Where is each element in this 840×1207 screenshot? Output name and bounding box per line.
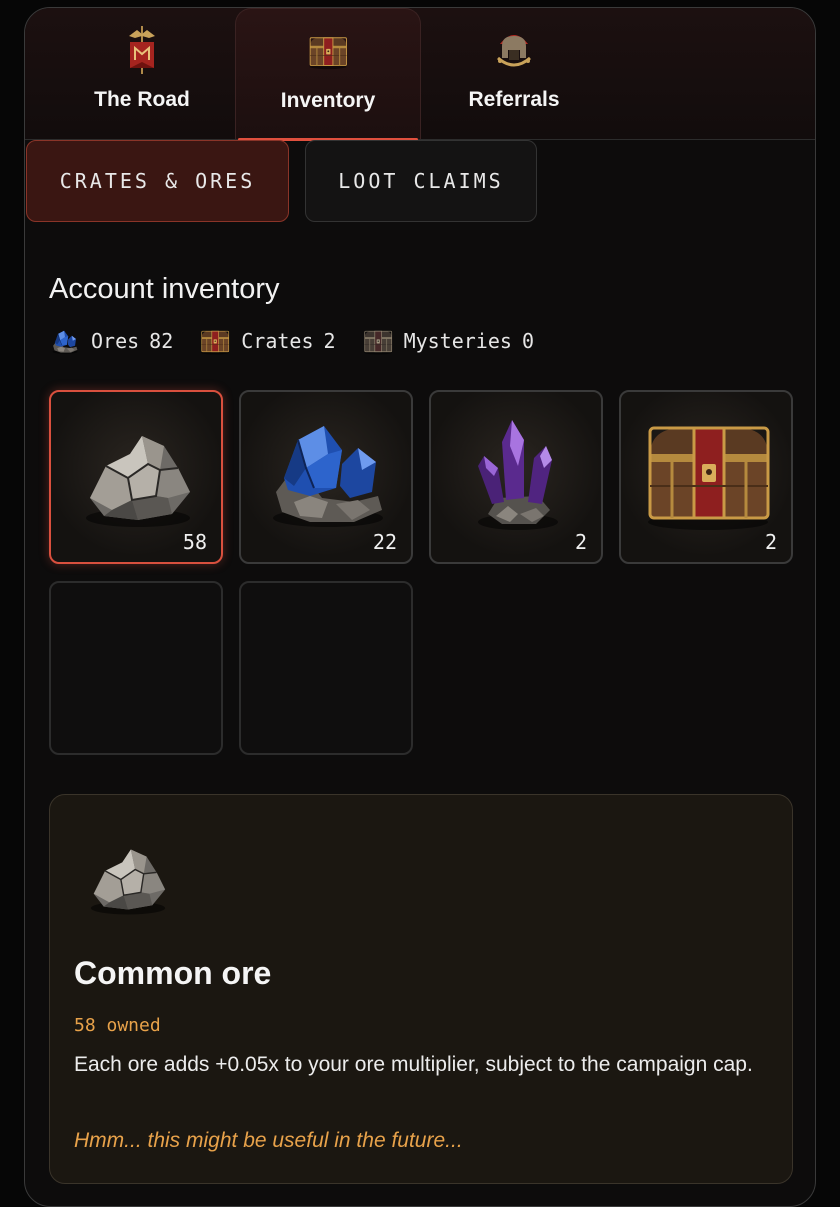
slot-count: 2 [764,530,777,554]
crate-icon [638,406,778,536]
inventory-stats: Ores 82 Crates 2 Mysteries 0 [49,326,560,356]
inventory-slot-empty [49,581,223,755]
tab-inventory[interactable]: Inventory [235,8,421,141]
inventory-heading: Account inventory [49,273,280,305]
stat-ores: Ores 82 [49,326,173,356]
slot-count: 58 [182,530,207,554]
stat-crates-label: Crates [241,329,314,353]
item-flavor-text: Hmm... this might be useful in the futur… [74,1129,463,1152]
item-description: Each ore adds +0.05x to your ore multipl… [74,1053,753,1076]
item-owned-count: 58 owned [74,1015,161,1036]
inventory-slot-crate[interactable]: 2 [619,390,793,564]
stat-ores-value: 82 [149,329,174,353]
stat-mysteries: Mysteries 0 [362,326,534,356]
purple-crystal-icon [448,406,588,536]
tab-the-road[interactable]: The Road [49,8,235,139]
blue-ore-icon [49,326,81,356]
app-frame: The Road Inventory Referrals CRATES & OR… [24,7,816,1207]
item-detail-panel: Common ore 58 owned Each ore adds +0.05x… [49,794,793,1184]
blue-ore-icon [258,406,398,536]
banner-icon [116,24,168,76]
subtab-crates-and-ores-label: CRATES & ORES [59,169,256,193]
mystery-crate-icon [362,326,394,356]
crate-icon [199,326,231,356]
tab-inventory-label: Inventory [280,89,376,112]
common-ore-icon [78,827,178,922]
subtab-loot-claims[interactable]: LOOT CLAIMS [305,140,537,222]
stat-crates: Crates 2 [199,326,336,356]
stat-crates-value: 2 [323,329,336,353]
tab-referrals[interactable]: Referrals [421,8,607,139]
inventory-slot-blue-ore[interactable]: 22 [239,390,413,564]
item-name: Common ore [74,955,272,991]
helmet-icon [488,24,540,76]
inventory-slot-common-ore[interactable]: 58 [49,390,223,564]
stat-mysteries-value: 0 [521,329,534,353]
chest-icon [302,25,354,77]
inventory-slot-purple-crystal[interactable]: 2 [429,390,603,564]
common-ore-icon [68,406,208,536]
subtab-loot-claims-label: LOOT CLAIMS [338,169,504,193]
stat-ores-label: Ores [91,329,140,353]
stat-mysteries-label: Mysteries [403,329,512,353]
top-tab-bar: The Road Inventory Referrals [25,8,815,141]
slot-count: 2 [574,530,587,554]
slot-count: 22 [372,530,397,554]
subtab-crates-and-ores[interactable]: CRATES & ORES [26,140,289,222]
tab-referrals-label: Referrals [468,88,560,111]
tab-the-road-label: The Road [94,88,190,111]
inventory-slot-empty [239,581,413,755]
